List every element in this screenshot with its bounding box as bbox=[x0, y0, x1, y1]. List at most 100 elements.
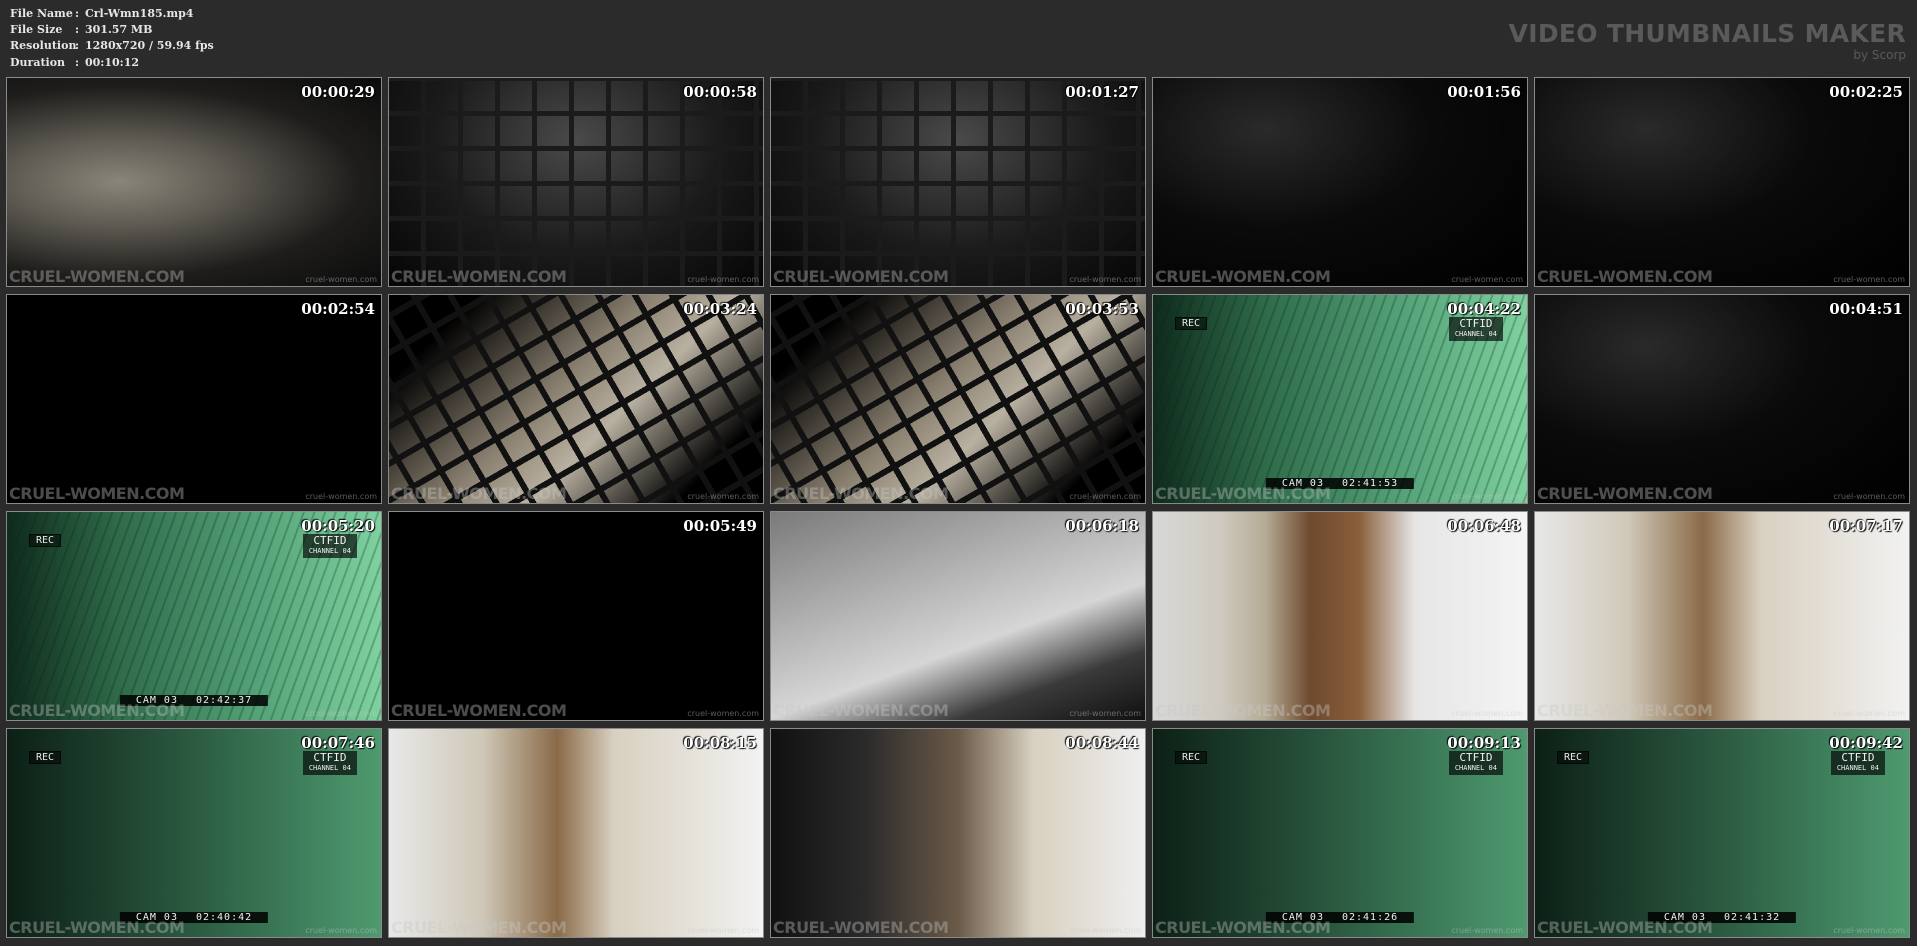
watermark-small: cruel-women.com bbox=[1069, 492, 1141, 501]
video-thumbnail[interactable]: 00:05:20 REC CTFID CHANNEL 04 CAM 03 02:42:37… bbox=[6, 511, 382, 721]
watermark-small: cruel-women.com bbox=[1069, 709, 1141, 718]
cam-channel-text: CHANNEL 04 bbox=[308, 547, 351, 555]
video-thumbnail[interactable]: 00:04:51 CRUEL-WOMEN.COM cruel-women.com bbox=[1534, 294, 1910, 504]
timestamp-label: 00:06:18 bbox=[1065, 517, 1139, 535]
cam-ctfid-text: CTFID bbox=[313, 534, 347, 547]
video-thumbnail[interactable]: 00:08:15 CRUEL-WOMEN.COM cruel-women.com bbox=[388, 728, 764, 938]
cam-ctfid-text: CTFID bbox=[1841, 751, 1875, 764]
file-info-panel: File Name: Crl-Wmn185.mp4 File Size:301.5… bbox=[10, 6, 214, 71]
watermark-small: cruel-women.com bbox=[1833, 492, 1905, 501]
video-thumbnail[interactable]: 00:04:22 REC CTFID CHANNEL 04 CAM 03 02:41:53… bbox=[1152, 294, 1528, 504]
video-thumbnail[interactable]: 00:06:48 CRUEL-WOMEN.COM cruel-women.com bbox=[1152, 511, 1528, 721]
file-size-key: File Size bbox=[10, 23, 63, 37]
watermark-small: cruel-women.com bbox=[305, 926, 377, 935]
watermark-text: CRUEL-WOMEN.COM bbox=[1155, 484, 1331, 503]
video-thumbnail[interactable]: 00:01:56 CRUEL-WOMEN.COM cruel-women.com bbox=[1152, 77, 1528, 287]
timestamp-label: 00:03:53 bbox=[1065, 300, 1139, 318]
cam-ctfid-label: CTFID CHANNEL 04 bbox=[1448, 317, 1503, 341]
file-name-key: File Name bbox=[10, 7, 73, 20]
watermark-text: CRUEL-WOMEN.COM bbox=[1537, 701, 1713, 720]
cam-ctfid-label: CTFID CHANNEL 04 bbox=[302, 534, 357, 558]
video-thumbnail[interactable]: 00:08:44 CRUEL-WOMEN.COM cruel-women.com bbox=[770, 728, 1146, 938]
watermark-text: CRUEL-WOMEN.COM bbox=[9, 484, 185, 503]
watermark-text: CRUEL-WOMEN.COM bbox=[773, 267, 949, 286]
cam-time: 02:40:42 bbox=[195, 912, 253, 923]
file-info-row: File Size:301.57 MB bbox=[10, 22, 214, 38]
watermark-small: cruel-women.com bbox=[1451, 492, 1523, 501]
video-thumbnail[interactable]: 00:01:27 CRUEL-WOMEN.COM cruel-women.com bbox=[770, 77, 1146, 287]
watermark-small: cruel-women.com bbox=[305, 492, 377, 501]
separator: : bbox=[75, 7, 80, 20]
watermark-text: CRUEL-WOMEN.COM bbox=[1537, 267, 1713, 286]
watermark-text: CRUEL-WOMEN.COM bbox=[773, 701, 949, 720]
watermark-small: cruel-women.com bbox=[1069, 275, 1141, 284]
cam-ctfid-label: CTFID CHANNEL 04 bbox=[1448, 751, 1503, 775]
video-thumbnail[interactable]: 00:00:29 CRUEL-WOMEN.COM cruel-women.com bbox=[6, 77, 382, 287]
timestamp-label: 00:08:15 bbox=[683, 734, 757, 752]
file-name-value: Crl-Wmn185.mp4 bbox=[85, 7, 194, 20]
file-info-row: Duration:00:10:12 bbox=[10, 55, 214, 71]
file-info-row: Resolution:1280x720 / 59.94 fps bbox=[10, 38, 214, 54]
file-info-row: File Name: Crl-Wmn185.mp4 bbox=[10, 6, 214, 22]
cam-channel-text: CHANNEL 04 bbox=[1836, 764, 1879, 772]
video-thumbnail[interactable]: 00:03:24 CRUEL-WOMEN.COM cruel-women.com bbox=[388, 294, 764, 504]
cam-ctfid-label: CTFID CHANNEL 04 bbox=[1830, 751, 1885, 775]
cam-time: 02:41:32 bbox=[1723, 912, 1781, 923]
watermark-small: cruel-women.com bbox=[1451, 709, 1523, 718]
cam-ctfid-label: CTFID CHANNEL 04 bbox=[302, 751, 357, 775]
watermark-text: CRUEL-WOMEN.COM bbox=[391, 267, 567, 286]
video-thumbnail[interactable]: 00:06:18 CRUEL-WOMEN.COM cruel-women.com bbox=[770, 511, 1146, 721]
cam-ctfid-text: CTFID bbox=[313, 751, 347, 764]
timestamp-label: 00:09:42 bbox=[1829, 734, 1903, 752]
brand-title: VIDEO THUMBNAILS MAKER bbox=[1508, 19, 1906, 48]
watermark-small: cruel-women.com bbox=[1451, 275, 1523, 284]
timestamp-label: 00:01:56 bbox=[1447, 83, 1521, 101]
separator: : bbox=[75, 23, 80, 37]
cam-rec-label: REC bbox=[29, 751, 62, 764]
video-thumbnail[interactable]: 00:09:42 REC CTFID CHANNEL 04 CAM 03 02:41:32… bbox=[1534, 728, 1910, 938]
watermark-small: cruel-women.com bbox=[1833, 275, 1905, 284]
brand-logo: VIDEO THUMBNAILS MAKER by Scorp bbox=[1508, 19, 1906, 63]
video-thumbnail[interactable]: 00:07:17 CRUEL-WOMEN.COM cruel-women.com bbox=[1534, 511, 1910, 721]
video-thumbnail[interactable]: 00:02:54 CRUEL-WOMEN.COM cruel-women.com bbox=[6, 294, 382, 504]
watermark-text: CRUEL-WOMEN.COM bbox=[1155, 701, 1331, 720]
video-thumbnail[interactable]: 00:03:53 CRUEL-WOMEN.COM cruel-women.com bbox=[770, 294, 1146, 504]
watermark-small: cruel-women.com bbox=[1833, 709, 1905, 718]
timestamp-label: 00:03:24 bbox=[683, 300, 757, 318]
timestamp-label: 00:04:51 bbox=[1829, 300, 1903, 318]
watermark-text: CRUEL-WOMEN.COM bbox=[9, 701, 185, 720]
timestamp-label: 00:02:54 bbox=[301, 300, 375, 318]
video-thumbnail[interactable]: 00:05:49 CRUEL-WOMEN.COM cruel-women.com bbox=[388, 511, 764, 721]
resolution-value: 1280x720 / 59.94 fps bbox=[85, 39, 214, 53]
brand-subtitle: by Scorp bbox=[1853, 48, 1906, 62]
watermark-small: cruel-women.com bbox=[1451, 926, 1523, 935]
cam-ctfid-text: CTFID bbox=[1459, 751, 1493, 764]
cam-channel-text: CHANNEL 04 bbox=[1454, 764, 1497, 772]
video-thumbnail[interactable]: 00:07:46 REC CTFID CHANNEL 04 CAM 03 02:40:42… bbox=[6, 728, 382, 938]
separator: : bbox=[75, 39, 80, 53]
watermark-text: CRUEL-WOMEN.COM bbox=[1537, 484, 1713, 503]
duration-key: Duration bbox=[10, 55, 66, 69]
video-thumbnail[interactable]: 00:00:58 CRUEL-WOMEN.COM cruel-women.com bbox=[388, 77, 764, 287]
file-size-value: 301.57 MB bbox=[85, 23, 153, 37]
cam-rec-label: REC bbox=[29, 534, 62, 547]
video-thumbnail[interactable]: 00:02:25 CRUEL-WOMEN.COM cruel-women.com bbox=[1534, 77, 1910, 287]
watermark-text: CRUEL-WOMEN.COM bbox=[1155, 267, 1331, 286]
watermark-small: cruel-women.com bbox=[1833, 926, 1905, 935]
video-thumbnail[interactable]: 00:09:13 REC CTFID CHANNEL 04 CAM 03 02:41:26… bbox=[1152, 728, 1528, 938]
cam-ctfid-text: CTFID bbox=[1459, 317, 1493, 330]
timestamp-label: 00:05:20 bbox=[301, 517, 375, 535]
timestamp-label: 00:06:48 bbox=[1447, 517, 1521, 535]
watermark-text: CRUEL-WOMEN.COM bbox=[9, 267, 185, 286]
watermark-small: cruel-women.com bbox=[305, 275, 377, 284]
watermark-text: CRUEL-WOMEN.COM bbox=[391, 701, 567, 720]
cam-channel-text: CHANNEL 04 bbox=[308, 764, 351, 772]
watermark-small: cruel-women.com bbox=[1069, 926, 1141, 935]
cam-time: 02:42:37 bbox=[195, 695, 253, 706]
watermark-small: cruel-women.com bbox=[687, 709, 759, 718]
watermark-text: CRUEL-WOMEN.COM bbox=[773, 484, 949, 503]
watermark-small: cruel-women.com bbox=[687, 275, 759, 284]
duration-value: 00:10:12 bbox=[85, 55, 140, 69]
timestamp-label: 00:09:13 bbox=[1447, 734, 1521, 752]
watermark-small: cruel-women.com bbox=[687, 926, 759, 935]
